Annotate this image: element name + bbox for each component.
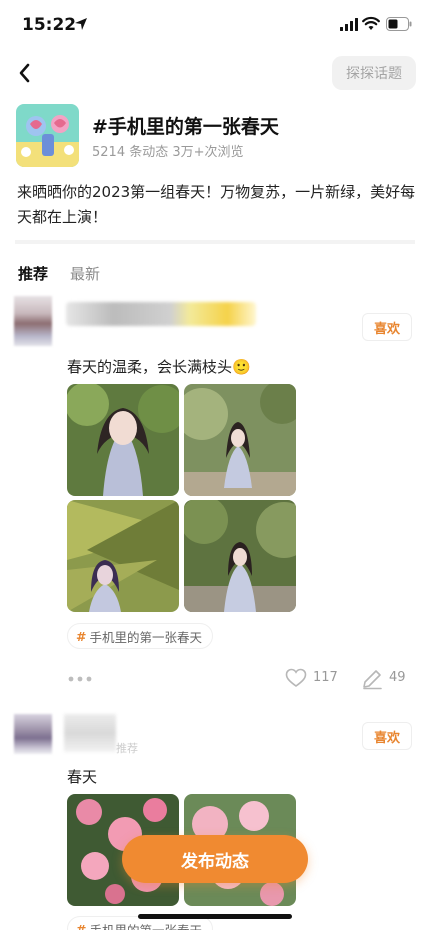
like-count: 117 — [313, 670, 338, 685]
publish-post-button[interactable]: 发布动态 — [122, 835, 308, 883]
home-indicator — [138, 914, 292, 919]
hash-icon: # — [76, 921, 87, 930]
username-redacted — [64, 714, 116, 752]
status-bar: 15:22 — [0, 0, 430, 50]
hash-icon: # — [76, 628, 87, 644]
topic-tag-label: 手机里的第一张春天 — [89, 922, 202, 930]
post-photo[interactable] — [67, 384, 179, 496]
post-photo[interactable] — [184, 500, 296, 612]
avatar[interactable] — [14, 296, 52, 346]
like-button[interactable]: 喜欢 — [362, 313, 412, 341]
like-button[interactable]: 喜欢 — [362, 722, 412, 750]
topic-stats: 5214 条动态 3万+次浏览 — [92, 145, 244, 160]
post-text: 春天的温柔，会长满枝头🙂 — [67, 358, 251, 376]
cellular-signal-icon — [340, 18, 358, 31]
topic-tag-label: 手机里的第一张春天 — [89, 629, 202, 645]
post-source-label: 推荐 — [116, 742, 138, 755]
chevron-left-icon — [19, 63, 30, 83]
battery-icon — [386, 17, 412, 31]
avatar[interactable] — [14, 714, 52, 754]
comment-pencil-icon[interactable] — [361, 668, 383, 690]
topic-tag-chip[interactable]: # 手机里的第一张春天 — [67, 623, 213, 649]
tab-latest[interactable]: 最新 — [70, 263, 100, 284]
post-text: 春天 — [67, 768, 98, 786]
post-photo[interactable] — [67, 500, 179, 612]
wifi-icon — [362, 16, 380, 30]
post-photo[interactable] — [184, 384, 296, 496]
topic-cover-image — [16, 104, 79, 167]
tab-recommended[interactable]: 推荐 — [18, 263, 48, 284]
status-time: 15:22 — [22, 15, 77, 35]
more-options-icon[interactable] — [68, 676, 92, 682]
topic-description: 来晒晒你的2023第一组春天！万物复苏，一片新绿，美好每天都在上演！ — [17, 183, 416, 226]
back-button[interactable] — [10, 58, 38, 88]
explore-topics-button[interactable]: 探探话题 — [332, 56, 416, 90]
location-arrow-icon — [75, 18, 87, 30]
topic-title: #手机里的第一张春天 — [92, 116, 279, 138]
comment-count: 49 — [389, 670, 406, 685]
section-divider — [15, 240, 415, 244]
username-redacted — [66, 302, 256, 326]
heart-icon[interactable] — [285, 668, 307, 688]
